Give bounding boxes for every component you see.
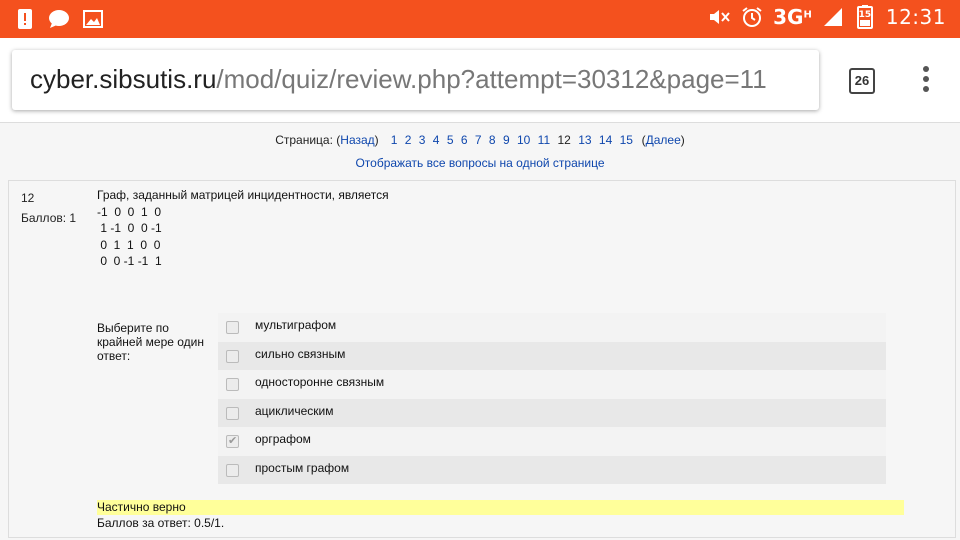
answer-checkbox[interactable]	[226, 406, 239, 420]
clock: 12:31	[885, 5, 946, 29]
answer-label[interactable]: орграфом	[255, 432, 311, 446]
mute-icon	[709, 5, 731, 29]
message-icon	[48, 7, 70, 31]
battery-icon: 15	[854, 5, 876, 29]
answer-label[interactable]: простым графом	[255, 461, 349, 475]
page-link-2[interactable]: 2	[405, 133, 412, 147]
page-link-4[interactable]: 4	[433, 133, 440, 147]
page-link-6[interactable]: 6	[461, 133, 468, 147]
alert-icon	[14, 7, 36, 31]
page-link-3[interactable]: 3	[419, 133, 426, 147]
pagination: Страница: (Назад) 1 2 3 4 5 6 7 8 9 10 1…	[0, 133, 960, 147]
answer-label[interactable]: мультиграфом	[255, 318, 336, 332]
network-sup: H	[803, 9, 812, 21]
answer-option[interactable]: односторонне связным	[218, 370, 886, 399]
answer-label[interactable]: ациклическим	[255, 404, 333, 418]
answer-option[interactable]: простым графом	[218, 455, 886, 484]
url-bar[interactable]: cyber.sibsutis.ru/mod/quiz/review.php?at…	[12, 50, 819, 110]
answer-option[interactable]: ациклическим	[218, 398, 886, 427]
page-link-14[interactable]: 14	[599, 133, 612, 147]
system-icons: 3GH 15 12:31	[709, 5, 946, 29]
show-all-container: Отображать все вопросы на одной странице	[0, 156, 960, 170]
answer-checkbox[interactable]	[226, 349, 239, 363]
pagination-label: Страница: (	[275, 133, 341, 147]
answer-label[interactable]: сильно связным	[255, 347, 345, 361]
question-info: 12 Баллов: 1	[21, 188, 76, 228]
url-path: /mod/quiz/review.php?attempt=30312&page=…	[216, 64, 767, 94]
answer-checkbox[interactable]	[226, 463, 239, 477]
answer-list: мультиграфом сильно связным односторонне…	[218, 313, 886, 484]
pagination-paren: )	[680, 133, 685, 147]
battery-level: 15	[858, 10, 872, 20]
notification-icons	[14, 7, 104, 31]
signal-icon	[822, 5, 844, 29]
answer-checkbox[interactable]	[226, 321, 239, 334]
feedback-status: Частично верно	[97, 500, 904, 515]
matrix-row: -1 0 0 1 0	[97, 204, 162, 219]
page-link-5[interactable]: 5	[447, 133, 454, 147]
next-page-link[interactable]: Далее	[646, 133, 681, 147]
page-link-9[interactable]: 9	[503, 133, 510, 147]
page-link-1[interactable]: 1	[391, 133, 398, 147]
answer-mark: Баллов за ответ: 0.5/1.	[97, 516, 225, 530]
matrix-row: 0 1 1 0 0	[97, 237, 161, 252]
network-type: 3GH	[773, 5, 812, 29]
page-link-13[interactable]: 13	[578, 133, 591, 147]
question-number: 12	[21, 191, 35, 205]
url-host: cyber.sibsutis.ru	[30, 64, 217, 94]
pagination-paren: )	[374, 133, 379, 147]
answer-checkbox[interactable]	[226, 378, 239, 391]
question-text: Граф, заданный матрицей инцидентности, я…	[97, 187, 389, 270]
image-icon	[82, 7, 104, 31]
overflow-menu-icon[interactable]	[917, 66, 935, 96]
page-link-7[interactable]: 7	[475, 133, 482, 147]
quiz-page: Страница: (Назад) 1 2 3 4 5 6 7 8 9 10 1…	[0, 122, 960, 540]
page-link-8[interactable]: 8	[489, 133, 496, 147]
question-points: Баллов: 1	[21, 211, 77, 225]
answer-option[interactable]: мультиграфом	[218, 313, 886, 342]
page-link-15[interactable]: 15	[620, 133, 633, 147]
show-all-questions-link[interactable]: Отображать все вопросы на одной странице	[355, 156, 604, 170]
question-stem: Граф, заданный матрицей инцидентности, я…	[97, 188, 389, 202]
answer-option[interactable]: сильно связным	[218, 341, 886, 370]
answer-label[interactable]: односторонне связным	[255, 375, 384, 389]
url-text[interactable]: cyber.sibsutis.ru/mod/quiz/review.php?at…	[30, 64, 767, 95]
alarm-icon	[741, 5, 763, 29]
current-page: 12	[557, 133, 571, 147]
question-block: 12 Баллов: 1 Граф, заданный матрицей инц…	[8, 180, 956, 538]
matrix-row: 1 -1 0 0 -1	[97, 221, 162, 235]
browser-toolbar: cyber.sibsutis.ru/mod/quiz/review.php?at…	[0, 38, 960, 122]
tab-switcher-button[interactable]: 26	[849, 68, 875, 94]
status-bar: 3GH 15 12:31	[0, 0, 960, 38]
prev-page-link[interactable]: Назад	[340, 133, 374, 147]
matrix-row: 0 0 -1 -1 1	[97, 254, 162, 268]
page-link-11[interactable]: 11	[538, 133, 550, 147]
answer-checkbox-checked[interactable]	[226, 434, 239, 448]
page-link-10[interactable]: 10	[517, 133, 530, 147]
answer-option[interactable]: орграфом	[218, 427, 886, 456]
answer-prompt: Выберите по крайней мере один ответ:	[97, 321, 204, 363]
